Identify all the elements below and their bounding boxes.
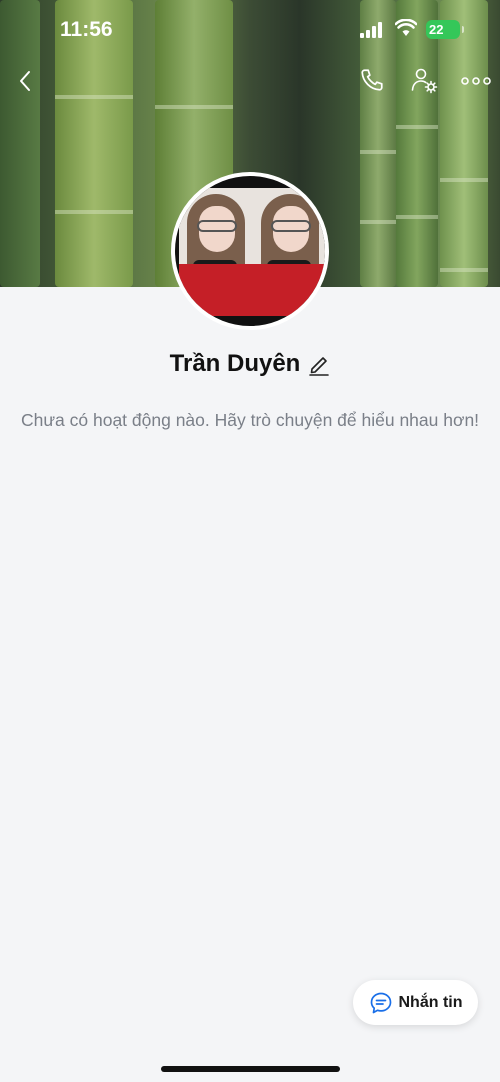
user-settings-icon [411,68,438,94]
phone-icon [361,69,383,91]
chat-bubble-icon [370,992,391,1013]
call-button[interactable] [356,64,388,96]
profile-avatar[interactable] [171,172,329,330]
more-options-button[interactable] [458,66,494,96]
message-button[interactable]: Nhắn tin [353,980,478,1025]
chevron-left-icon [20,71,30,91]
message-button-label: Nhắn tin [398,993,463,1011]
battery-indicator: 22 [426,20,464,39]
avatar-photo-left [179,188,254,316]
profile-name: Trần Duyên [169,350,301,377]
edit-name-button[interactable] [308,352,330,376]
back-button[interactable] [10,66,40,96]
cellular-signal-icon [360,22,386,38]
profile-settings-button[interactable] [408,64,440,96]
profile-name-row: Trần Duyên [0,350,500,378]
battery-level: 22 [429,22,444,37]
pencil-icon [309,357,330,376]
wifi-icon [395,19,417,36]
more-icon [461,77,491,85]
status-bar: 11:56 22 [0,0,500,58]
empty-activity-text: Chưa có hoạt động nào. Hãy trò chuyện để… [20,410,480,430]
avatar-photo-right [253,188,325,316]
status-time: 11:56 [60,18,113,41]
home-indicator[interactable] [161,1066,340,1072]
